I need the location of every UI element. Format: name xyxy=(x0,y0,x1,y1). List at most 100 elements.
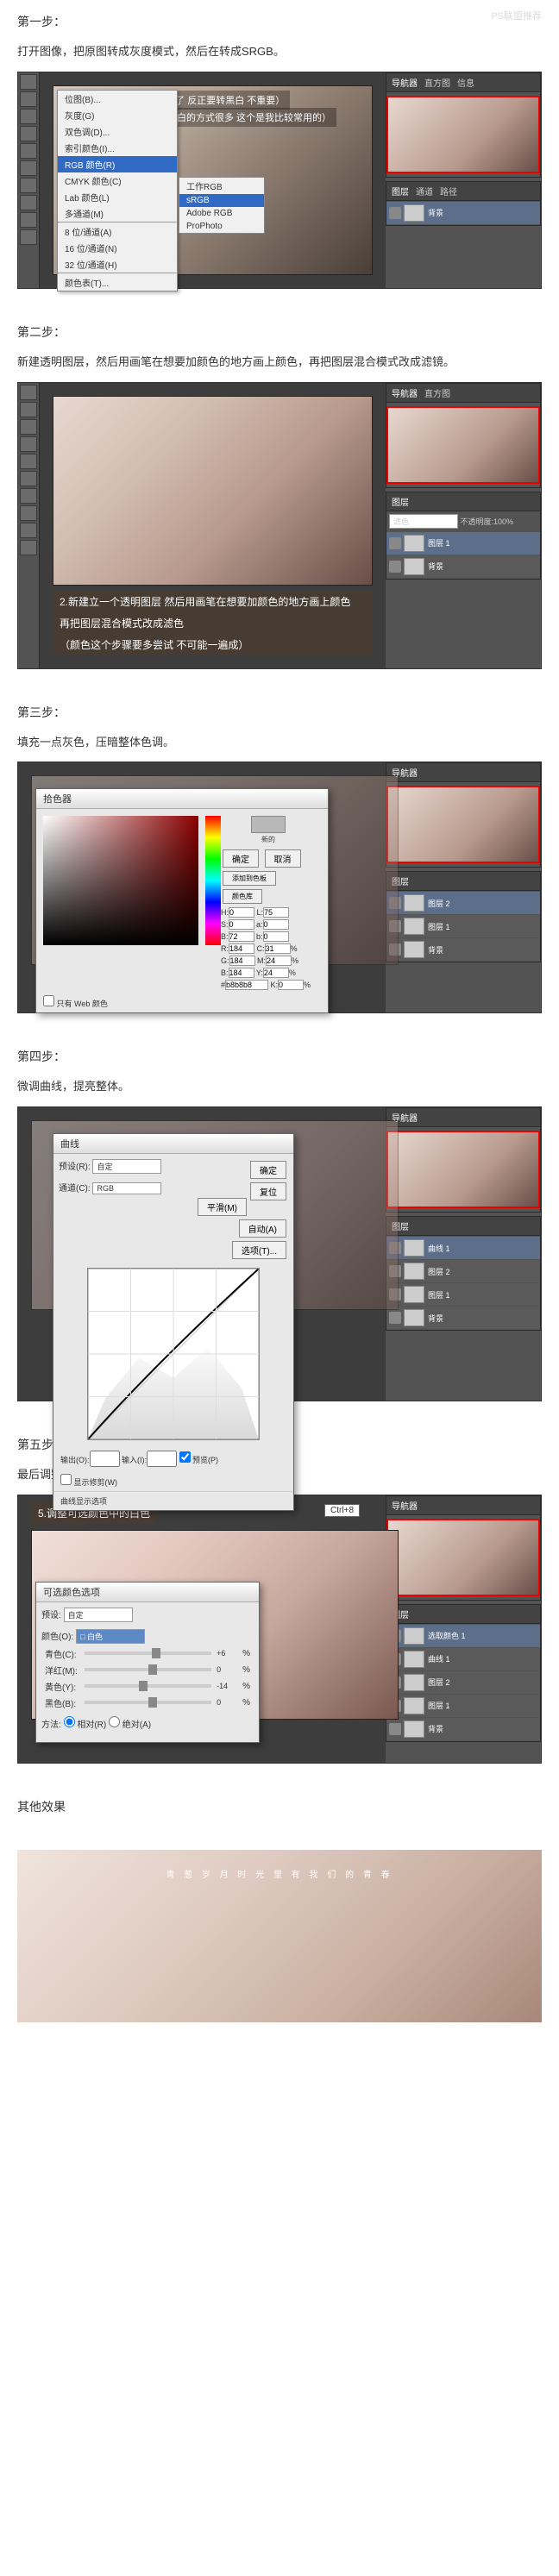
navigator-thumbnail[interactable] xyxy=(386,406,540,484)
color-select[interactable]: □ 白色 xyxy=(76,1629,145,1644)
submenu-item[interactable]: 工作RGB xyxy=(179,178,264,194)
color-lib-button[interactable]: 颜色库 xyxy=(223,889,262,904)
add-swatch-button[interactable]: 添加到色板 xyxy=(223,871,276,886)
mode-menu[interactable]: 位图(B)... 灰度(G) 双色调(D)... 索引颜色(I)... RGB … xyxy=(57,90,178,291)
cyan-slider[interactable] xyxy=(85,1652,211,1655)
tool-icon[interactable] xyxy=(20,419,37,435)
navigator-thumbnail[interactable] xyxy=(386,1519,540,1596)
layer-row[interactable]: 图层 1 xyxy=(386,1695,540,1717)
submenu[interactable]: 工作RGB sRGB Adobe RGB ProPhoto xyxy=(179,177,265,234)
blend-mode-select[interactable]: 滤色 xyxy=(389,514,458,529)
navigator-thumbnail[interactable] xyxy=(386,786,540,863)
menu-item[interactable]: 灰度(G) xyxy=(58,107,177,123)
absolute-radio[interactable] xyxy=(109,1716,120,1727)
layer-tab[interactable]: 图层 xyxy=(392,495,409,508)
a-input[interactable] xyxy=(263,919,289,930)
menu-item[interactable]: 8 位/通道(A) xyxy=(58,223,177,240)
curves-graph[interactable] xyxy=(87,1268,260,1440)
tool-icon[interactable] xyxy=(20,385,37,400)
tool-icon[interactable] xyxy=(20,143,37,159)
tool-icon[interactable] xyxy=(20,505,37,521)
layer-row[interactable]: 选取颜色 1 xyxy=(386,1625,540,1647)
tool-icon[interactable] xyxy=(20,109,37,124)
options-button[interactable]: 选项(T)... xyxy=(232,1241,286,1259)
nav-tab[interactable]: 导航器 xyxy=(392,1499,418,1512)
submenu-item[interactable]: ProPhoto xyxy=(179,220,264,233)
yellow-slider[interactable] xyxy=(85,1684,211,1688)
b-input[interactable] xyxy=(229,931,254,942)
h-input[interactable] xyxy=(229,907,254,918)
submenu-item[interactable]: Adobe RGB xyxy=(179,207,264,220)
tool-icon[interactable] xyxy=(20,126,37,141)
hue-strip[interactable] xyxy=(205,816,221,945)
relative-radio[interactable] xyxy=(64,1716,75,1727)
y-input[interactable] xyxy=(263,968,289,978)
layer-row[interactable]: 背景 xyxy=(386,555,540,578)
layer-row[interactable]: 背景 xyxy=(386,202,540,224)
smooth-button[interactable]: 平滑(M) xyxy=(198,1198,247,1216)
menu-item-rgb[interactable]: RGB 颜色(R) xyxy=(58,156,177,172)
navigator-thumbnail[interactable] xyxy=(386,1131,540,1208)
menu-item[interactable]: 16 位/通道(N) xyxy=(58,240,177,256)
visibility-icon[interactable] xyxy=(389,1312,401,1324)
tool-icon[interactable] xyxy=(20,402,37,417)
m-input[interactable] xyxy=(266,956,292,966)
tool-icon[interactable] xyxy=(20,74,37,90)
color-gradient[interactable] xyxy=(43,816,198,945)
input-input[interactable] xyxy=(147,1451,177,1467)
submenu-item-srgb[interactable]: sRGB xyxy=(179,194,264,207)
tool-icon[interactable] xyxy=(20,195,37,210)
nav-tab[interactable]: 直方图 xyxy=(424,386,450,399)
tool-icon[interactable] xyxy=(20,160,37,176)
tool-icon[interactable] xyxy=(20,540,37,555)
ok-button[interactable]: 确定 xyxy=(250,1161,286,1179)
menu-item[interactable]: CMYK 颜色(C) xyxy=(58,172,177,189)
layer-tab[interactable]: 通道 xyxy=(416,185,433,197)
nav-tab[interactable]: 直方图 xyxy=(424,76,450,89)
b2-input[interactable] xyxy=(263,931,289,942)
layer-tab[interactable]: 图层 xyxy=(392,185,409,197)
tool-icon[interactable] xyxy=(20,471,37,486)
curve-options-label[interactable]: 曲线显示选项 xyxy=(53,1491,293,1510)
layer-row[interactable]: 图层 2 xyxy=(386,1260,540,1282)
s-input[interactable] xyxy=(229,919,254,930)
nav-tab[interactable]: 导航器 xyxy=(392,386,418,399)
hex-input[interactable] xyxy=(225,980,268,990)
visibility-icon[interactable] xyxy=(389,561,401,573)
r-input[interactable] xyxy=(229,943,254,954)
layer-row[interactable]: 曲线 1 xyxy=(386,1237,540,1259)
menu-item[interactable]: 多通道(M) xyxy=(58,205,177,222)
layer-row[interactable]: 背景 xyxy=(386,938,540,961)
layer-row[interactable]: 曲线 1 xyxy=(386,1648,540,1670)
tool-icon[interactable] xyxy=(20,454,37,469)
menu-item[interactable]: 位图(B)... xyxy=(58,91,177,107)
menu-item[interactable]: 双色调(D)... xyxy=(58,123,177,140)
visibility-icon[interactable] xyxy=(389,207,401,219)
menu-item[interactable]: 32 位/通道(H) xyxy=(58,256,177,273)
preset-select[interactable]: 自定 xyxy=(64,1608,133,1622)
c-input[interactable] xyxy=(265,943,291,954)
l-input[interactable] xyxy=(263,907,289,918)
ok-button[interactable]: 确定 xyxy=(223,849,259,868)
bl-input[interactable] xyxy=(229,968,254,978)
show-clipping-checkbox[interactable] xyxy=(60,1474,72,1485)
channel-select[interactable]: RGB xyxy=(92,1182,161,1194)
web-only-checkbox[interactable] xyxy=(43,995,54,1006)
nav-tab[interactable]: 信息 xyxy=(457,76,474,89)
visibility-icon[interactable] xyxy=(389,1723,401,1735)
g-input[interactable] xyxy=(229,956,255,966)
tool-icon[interactable] xyxy=(20,436,37,452)
k-input[interactable] xyxy=(278,980,304,990)
preset-select[interactable]: 自定 xyxy=(92,1159,161,1174)
magenta-slider[interactable] xyxy=(85,1668,211,1671)
tool-icon[interactable] xyxy=(20,178,37,193)
layer-row[interactable]: 图层 1 xyxy=(386,1283,540,1306)
tool-icon[interactable] xyxy=(20,488,37,504)
visibility-icon[interactable] xyxy=(389,537,401,549)
preview-checkbox[interactable] xyxy=(179,1451,191,1463)
layer-row[interactable]: 图层 1 xyxy=(386,532,540,555)
layer-row[interactable]: 背景 xyxy=(386,1718,540,1740)
black-slider[interactable] xyxy=(85,1701,211,1704)
cancel-button[interactable]: 复位 xyxy=(250,1182,286,1200)
menu-item[interactable]: Lab 颜色(L) xyxy=(58,189,177,205)
